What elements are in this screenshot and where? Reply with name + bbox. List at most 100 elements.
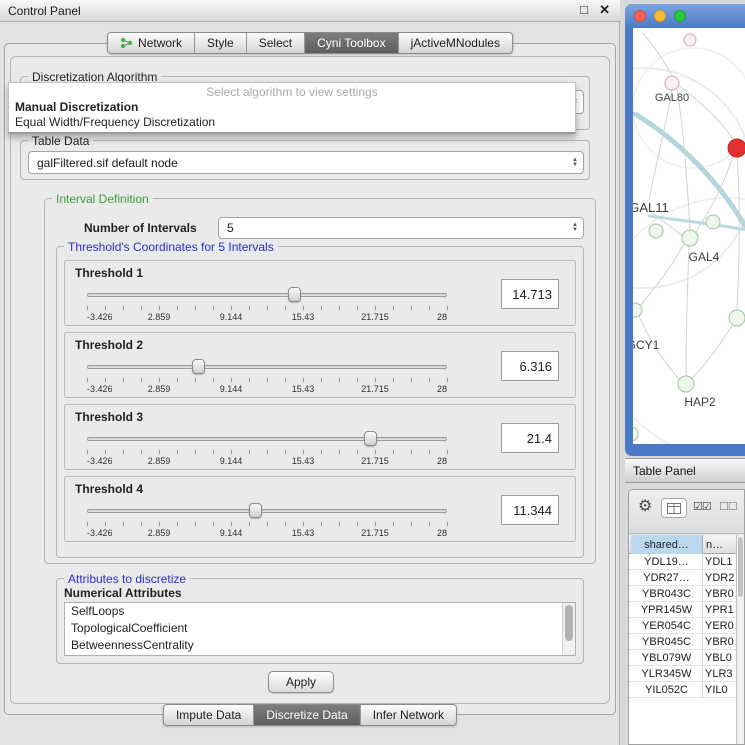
threshold-3-value-field[interactable]: 21.4	[501, 423, 559, 453]
threshold-1-value-field[interactable]: 14.713	[501, 279, 559, 309]
close-icon[interactable]: ✕	[599, 2, 610, 18]
slider-track[interactable]	[87, 365, 447, 369]
edge[interactable]	[649, 90, 672, 200]
tab-network[interactable]: Network	[108, 33, 195, 53]
node[interactable]	[633, 427, 638, 441]
threshold-4-slider[interactable]	[87, 503, 447, 519]
cell-shared-name[interactable]: YBL079W	[631, 650, 703, 666]
table-data-combo-value: galFiltered.sif default node	[37, 156, 178, 170]
slider-thumb[interactable]	[364, 431, 377, 446]
node[interactable]	[649, 224, 663, 238]
threshold-2-slider[interactable]	[87, 359, 447, 375]
cell-name[interactable]: YBL0	[705, 650, 738, 666]
table-row[interactable]: YBR045C YBR0	[629, 634, 738, 650]
node-hap2[interactable]	[678, 376, 694, 392]
cell-name[interactable]: YBR0	[705, 634, 738, 650]
tab-cyni-toolbox[interactable]: Cyni Toolbox	[305, 33, 398, 53]
show-columns-button[interactable]	[661, 498, 687, 518]
table-data-combo[interactable]: galFiltered.sif default node ▲▼	[28, 151, 584, 174]
float-window-icon[interactable]: □	[580, 2, 588, 17]
slider-track[interactable]	[87, 509, 447, 513]
unselect-all-checkboxes-icon[interactable]: ☐☐	[719, 500, 737, 513]
network-canvas[interactable]: GAL80 GAL11 GAL4 GCY1 HAP2	[633, 28, 745, 444]
edge[interactable]	[677, 89, 690, 230]
cell-shared-name[interactable]: YDL19…	[631, 554, 703, 570]
slider-thumb[interactable]	[249, 503, 262, 518]
node-selected-red[interactable]	[728, 139, 745, 157]
scale-label: 15.43	[292, 456, 315, 466]
threshold-2-panel: Threshold 2 -3.426 2.859 9.144 15.43 21.…	[64, 332, 576, 398]
cell-name[interactable]: YPR1	[705, 602, 738, 618]
table-row[interactable]: YBL079W YBL0	[629, 650, 738, 666]
close-traffic-light-icon[interactable]	[634, 10, 646, 22]
node-label-gal80: GAL80	[655, 92, 689, 104]
threshold-3-slider[interactable]	[87, 431, 447, 447]
node[interactable]	[684, 34, 696, 46]
edge[interactable]	[692, 324, 733, 378]
node-gcy1[interactable]	[633, 303, 642, 317]
tab-discretize-data[interactable]: Discretize Data	[254, 705, 360, 725]
threshold-2-value-field[interactable]: 6.316	[501, 351, 559, 381]
column-header-name[interactable]: n…	[703, 535, 738, 554]
dropdown-option-equal-width-frequency[interactable]: Equal Width/Frequency Discretization	[9, 114, 575, 129]
scrollbar-thumb[interactable]	[565, 605, 573, 641]
table-row[interactable]: YLR345W YLR3	[629, 666, 738, 682]
cell-shared-name[interactable]: YBR045C	[631, 634, 703, 650]
threshold-4-value-field[interactable]: 11.344	[501, 495, 559, 525]
cell-shared-name[interactable]: YBR043C	[631, 586, 703, 602]
window-title: Control Panel	[8, 4, 81, 18]
tab-impute-data[interactable]: Impute Data	[164, 705, 254, 725]
cell-shared-name[interactable]: YIL052C	[631, 682, 703, 698]
table-row[interactable]: YDL19… YDL1	[629, 554, 738, 570]
minimize-traffic-light-icon[interactable]	[654, 10, 666, 22]
node[interactable]	[706, 215, 720, 229]
tab-infer-network[interactable]: Infer Network	[361, 705, 456, 725]
tab-label: Impute Data	[176, 708, 241, 722]
number-of-intervals-combo[interactable]: 5 ▲▼	[218, 217, 584, 239]
list-item-topologicalcoefficient[interactable]: TopologicalCoefficient	[65, 620, 575, 637]
node[interactable]	[729, 310, 745, 326]
dropdown-option-manual-discretization[interactable]: Manual Discretization	[9, 99, 575, 114]
table-row[interactable]: YER054C YER0	[629, 618, 738, 634]
cell-name[interactable]: YBR0	[705, 586, 738, 602]
cell-name[interactable]: YIL0	[705, 682, 738, 698]
cell-shared-name[interactable]: YER054C	[631, 618, 703, 634]
table-scrollbar[interactable]	[736, 535, 744, 745]
gear-icon[interactable]: ⚙	[638, 496, 652, 516]
cell-shared-name[interactable]: YDR27…	[631, 570, 703, 586]
table-row[interactable]: YPR145W YPR1	[629, 602, 738, 618]
table-row[interactable]: YBR043C YBR0	[629, 586, 738, 602]
highlighted-edge[interactable]	[649, 216, 745, 230]
column-header-shared-name[interactable]: shared…	[631, 535, 703, 554]
slider-track[interactable]	[87, 437, 447, 441]
tab-select[interactable]: Select	[247, 33, 305, 53]
node-gal4[interactable]	[682, 230, 698, 246]
cell-name[interactable]: YER0	[705, 618, 738, 634]
slider-thumb[interactable]	[288, 287, 301, 302]
list-item-betweennesscentrality[interactable]: BetweennessCentrality	[65, 637, 575, 654]
cell-name[interactable]: YDR2	[705, 570, 738, 586]
network-window-titlebar[interactable]	[625, 4, 745, 28]
scrollbar-thumb[interactable]	[738, 537, 743, 597]
edge[interactable]	[686, 246, 689, 376]
tab-jactivemnodules[interactable]: jActiveMNodules	[399, 33, 512, 53]
select-all-checkboxes-icon[interactable]: ☑☑	[693, 500, 711, 513]
node-gal80[interactable]	[665, 76, 679, 90]
list-scrollbar[interactable]	[562, 603, 575, 655]
list-item-selfloops[interactable]: SelfLoops	[65, 603, 575, 620]
tab-style[interactable]: Style	[195, 33, 247, 53]
cell-name[interactable]: YDL1	[705, 554, 738, 570]
table-row[interactable]: YIL052C YIL0	[629, 682, 738, 698]
slider-thumb[interactable]	[192, 359, 205, 374]
edge[interactable]	[639, 244, 684, 307]
apply-button[interactable]: Apply	[268, 671, 334, 693]
cell-shared-name[interactable]: YPR145W	[631, 602, 703, 618]
table-row[interactable]: YDR27… YDR2	[629, 570, 738, 586]
cell-name[interactable]: YLR3	[705, 666, 738, 682]
numerical-attributes-list[interactable]: SelfLoops TopologicalCoefficient Between…	[64, 602, 576, 656]
zoom-traffic-light-icon[interactable]	[674, 10, 686, 22]
threshold-1-slider[interactable]	[87, 287, 447, 303]
cell-shared-name[interactable]: YLR345W	[631, 666, 703, 682]
scale-label: 9.144	[220, 528, 243, 538]
slider-track[interactable]	[87, 293, 447, 297]
